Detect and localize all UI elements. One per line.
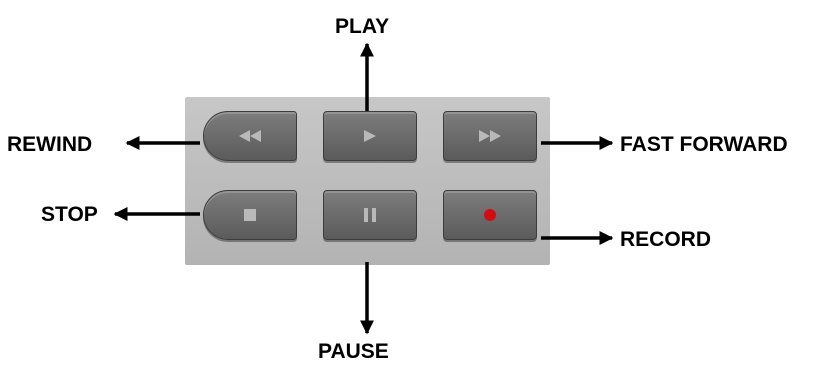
callout-arrows — [113, 42, 614, 335]
